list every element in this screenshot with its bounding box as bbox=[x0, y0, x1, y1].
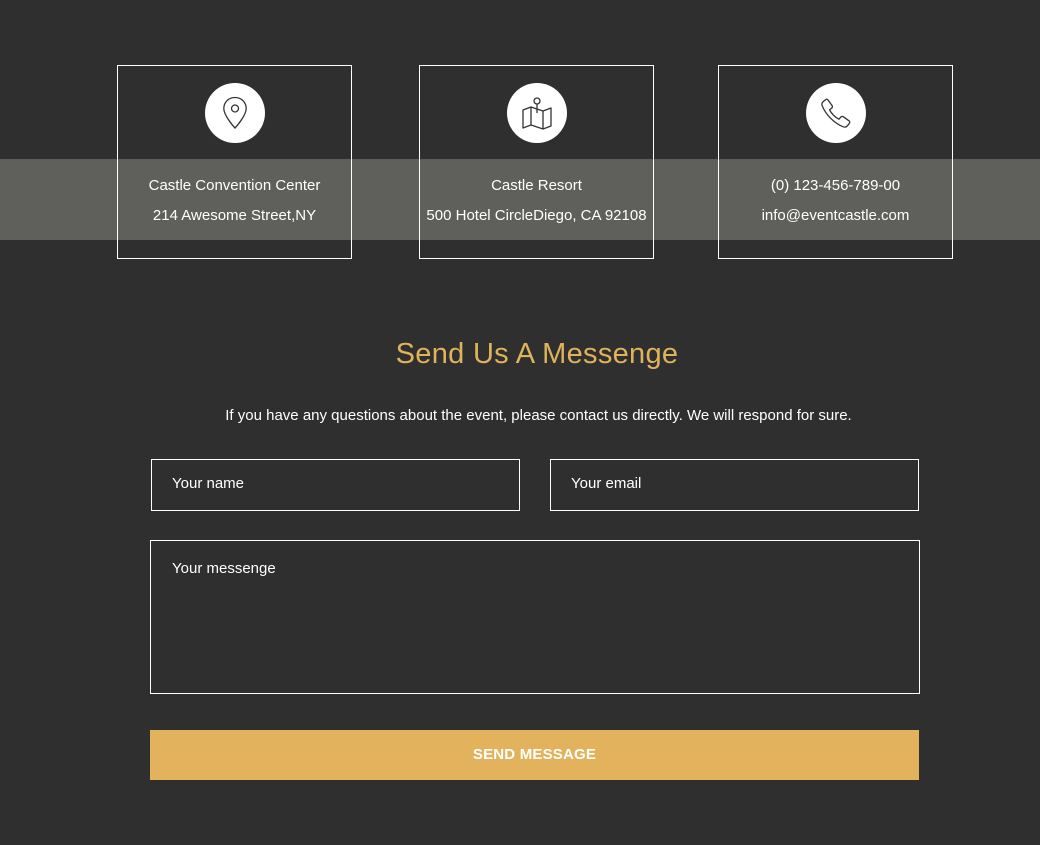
name-placeholder: Your name bbox=[172, 475, 244, 492]
contact-card-phone: (0) 123-456-789-00 info@eventcastle.com bbox=[718, 65, 953, 259]
send-message-button[interactable]: SEND MESSAGE bbox=[150, 730, 919, 780]
form-intro: If you have any questions about the even… bbox=[225, 407, 852, 424]
message-placeholder: Your messenge bbox=[172, 560, 276, 577]
phone-icon bbox=[805, 83, 866, 143]
resort-address: 500 Hotel CircleDiego, CA 92108 bbox=[426, 207, 647, 224]
map-pin-icon bbox=[204, 83, 265, 143]
phone-number: (0) 123-456-789-00 bbox=[770, 177, 901, 194]
map-icon bbox=[506, 83, 567, 143]
email-placeholder: Your email bbox=[571, 475, 642, 492]
message-textarea[interactable]: Your messenge bbox=[150, 540, 920, 694]
contact-email: info@eventcastle.com bbox=[761, 207, 910, 224]
form-heading: Send Us A Messenge bbox=[395, 338, 679, 370]
contact-card-resort: Castle Resort 500 Hotel CircleDiego, CA … bbox=[419, 65, 654, 259]
venue-address: 214 Awesome Street,NY bbox=[152, 207, 317, 224]
email-input[interactable]: Your email bbox=[550, 459, 919, 511]
venue-name: Castle Convention Center bbox=[148, 177, 321, 194]
contact-card-address: Castle Convention Center 214 Awesome Str… bbox=[117, 65, 352, 259]
resort-name: Castle Resort bbox=[491, 177, 582, 194]
name-input[interactable]: Your name bbox=[151, 459, 520, 511]
